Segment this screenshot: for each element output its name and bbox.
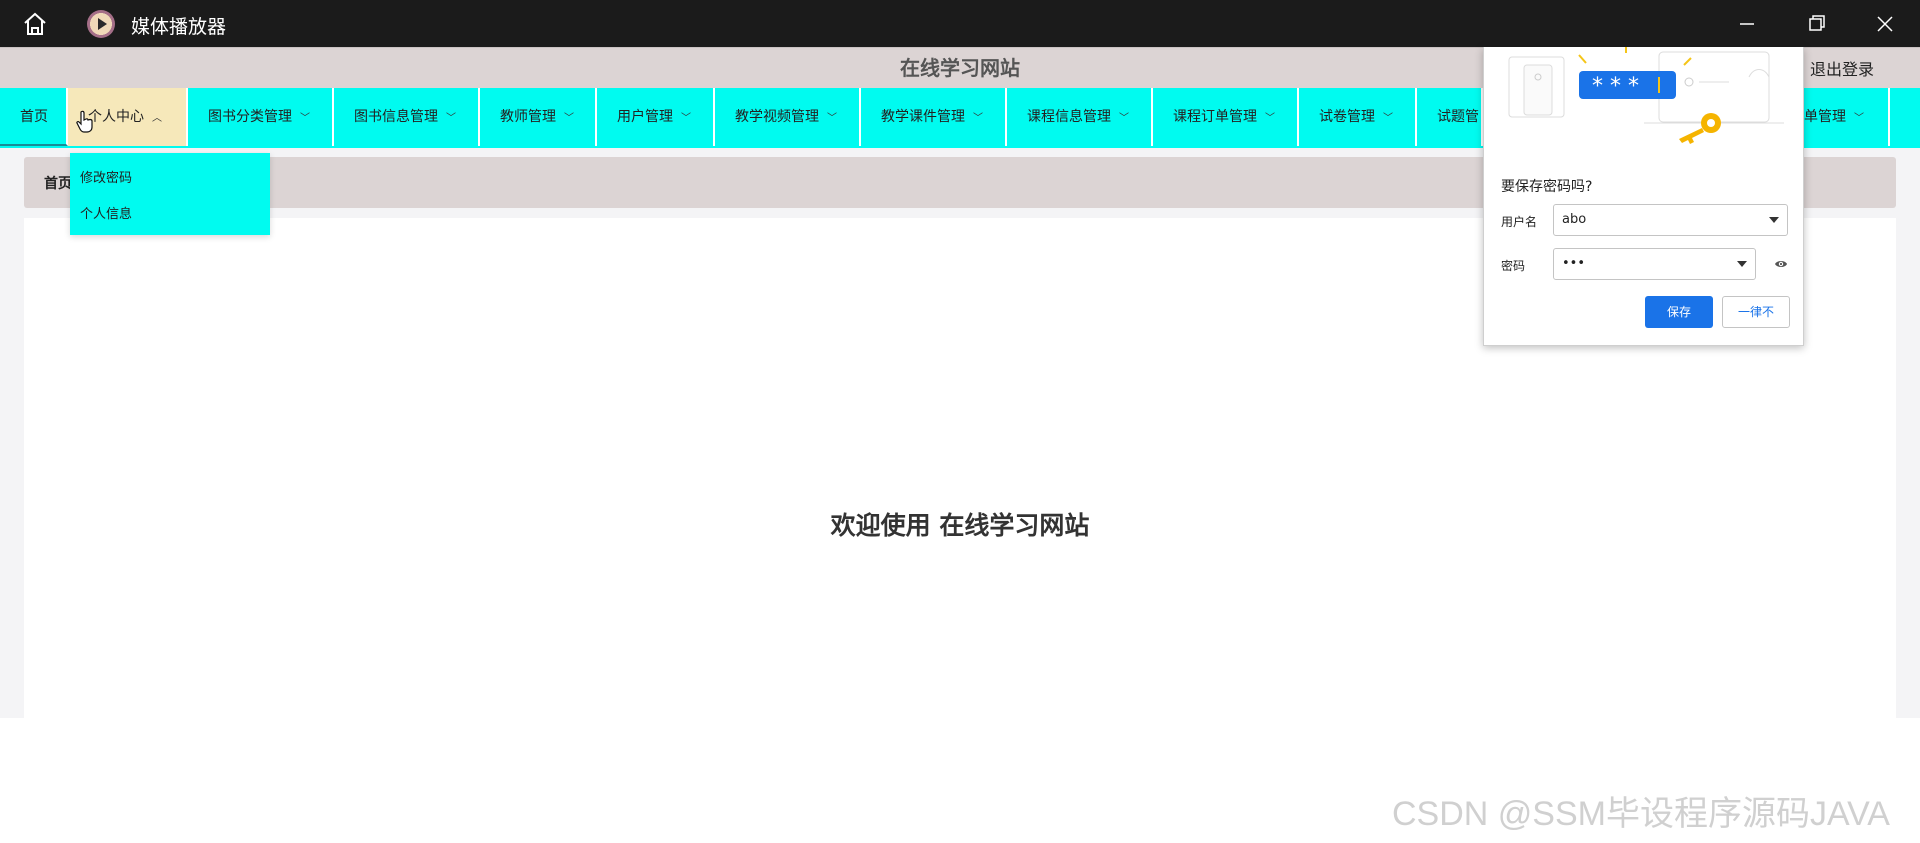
caret-down-icon[interactable] [1737, 261, 1747, 267]
chevron-down-icon: ﹀ [564, 113, 574, 124]
caret-down-icon[interactable] [1769, 217, 1779, 223]
nav-item-label: 教师管理 [500, 109, 556, 125]
nav-item-label: 单管理 [1804, 109, 1846, 125]
chevron-down-icon: ﹀ [1119, 113, 1129, 124]
nav-item-book-info[interactable]: 图书信息管理 ﹀ [334, 88, 480, 146]
nav-item-label: 个人中心 [88, 109, 144, 125]
nav-item-book-category[interactable]: 图书分类管理 ﹀ [188, 88, 334, 146]
watermark: CSDN @SSM毕设程序源码JAVA [1392, 795, 1890, 833]
nav-item-course-info[interactable]: 课程信息管理 ﹀ [1007, 88, 1153, 146]
username-label: 用户名 [1501, 215, 1538, 229]
title-bar: 媒体播放器 [0, 0, 1920, 47]
chevron-down-icon: ﹀ [1854, 113, 1864, 124]
dropdown-item-personal-info[interactable]: 个人信息 [80, 203, 132, 222]
svg-text:* * *: * * * [1592, 74, 1639, 99]
nav-item-courseware[interactable]: 教学课件管理 ﹀ [861, 88, 1007, 146]
never-save-button[interactable]: 一律不 [1722, 296, 1790, 328]
nav-item-course-orders[interactable]: 课程订单管理 ﹀ [1153, 88, 1299, 146]
password-illustration-icon: * * * [1508, 47, 1784, 144]
save-password-question: 要保存密码吗? [1501, 179, 1593, 195]
nav-item-label: 图书信息管理 [354, 109, 438, 125]
nav-item-exams[interactable]: 试卷管理 ﹀ [1299, 88, 1417, 146]
nav-item-label: 试卷管理 [1319, 109, 1375, 125]
nav-item-orders[interactable]: 单管理 ﹀ [1804, 88, 1890, 146]
chevron-down-icon: ﹀ [1265, 113, 1275, 124]
chevron-down-icon: ﹀ [1383, 113, 1393, 124]
close-icon[interactable] [1870, 10, 1900, 38]
save-password-dialog: * * * 要保存密码吗? 用户名 abo 密码 ••• 保存 一律不 [1483, 47, 1804, 346]
nav-item-label: 教学视频管理 [735, 109, 819, 125]
username-value: abo [1562, 212, 1587, 227]
nav-item-videos[interactable]: 教学视频管理 ﹀ [715, 88, 861, 146]
personal-center-dropdown: 修改密码 个人信息 [70, 153, 270, 235]
nav-item-label: 用户管理 [617, 109, 673, 125]
nav-item-label: 课程信息管理 [1027, 109, 1111, 125]
nav-item-questions[interactable]: 试题管 [1417, 88, 1483, 146]
eye-icon[interactable] [1774, 257, 1788, 271]
nav-item-users[interactable]: 用户管理 ﹀ [597, 88, 715, 146]
nav-item-label: 教学课件管理 [881, 109, 965, 125]
nav-item-label: 试题管 [1437, 109, 1479, 125]
minimize-icon[interactable] [1732, 10, 1762, 38]
breadcrumb-home[interactable]: 首页 [44, 173, 72, 193]
username-field[interactable]: abo [1553, 204, 1788, 236]
hand-cursor-icon [76, 110, 93, 133]
password-label: 密码 [1501, 259, 1526, 273]
dropdown-item-change-password[interactable]: 修改密码 [80, 167, 132, 186]
welcome-text: 欢迎使用 在线学习网站 [830, 511, 1090, 540]
nav-item-teachers[interactable]: 教师管理 ﹀ [480, 88, 597, 146]
chevron-down-icon: ﹀ [681, 113, 691, 124]
chevron-down-icon: ﹀ [827, 113, 837, 124]
chevron-down-icon: ﹀ [446, 113, 456, 124]
nav-item-label: 图书分类管理 [208, 109, 292, 125]
logout-link[interactable]: 退出登录 [1810, 56, 1874, 80]
chevron-down-icon: ﹀ [300, 113, 310, 124]
nav-item-label: 课程订单管理 [1173, 109, 1257, 125]
nav-item-home[interactable]: 首页 [0, 88, 68, 146]
home-icon[interactable] [20, 10, 50, 38]
chevron-up-icon: ︿ [152, 113, 162, 124]
password-field[interactable]: ••• [1553, 248, 1756, 280]
save-password-button[interactable]: 保存 [1645, 296, 1713, 328]
chevron-down-icon: ﹀ [973, 113, 983, 124]
media-player-logo-icon [87, 10, 115, 38]
nav-item-label: 首页 [20, 109, 48, 125]
restore-icon[interactable] [1801, 10, 1831, 38]
window-title: 媒体播放器 [131, 16, 227, 38]
password-value: ••• [1562, 256, 1586, 271]
